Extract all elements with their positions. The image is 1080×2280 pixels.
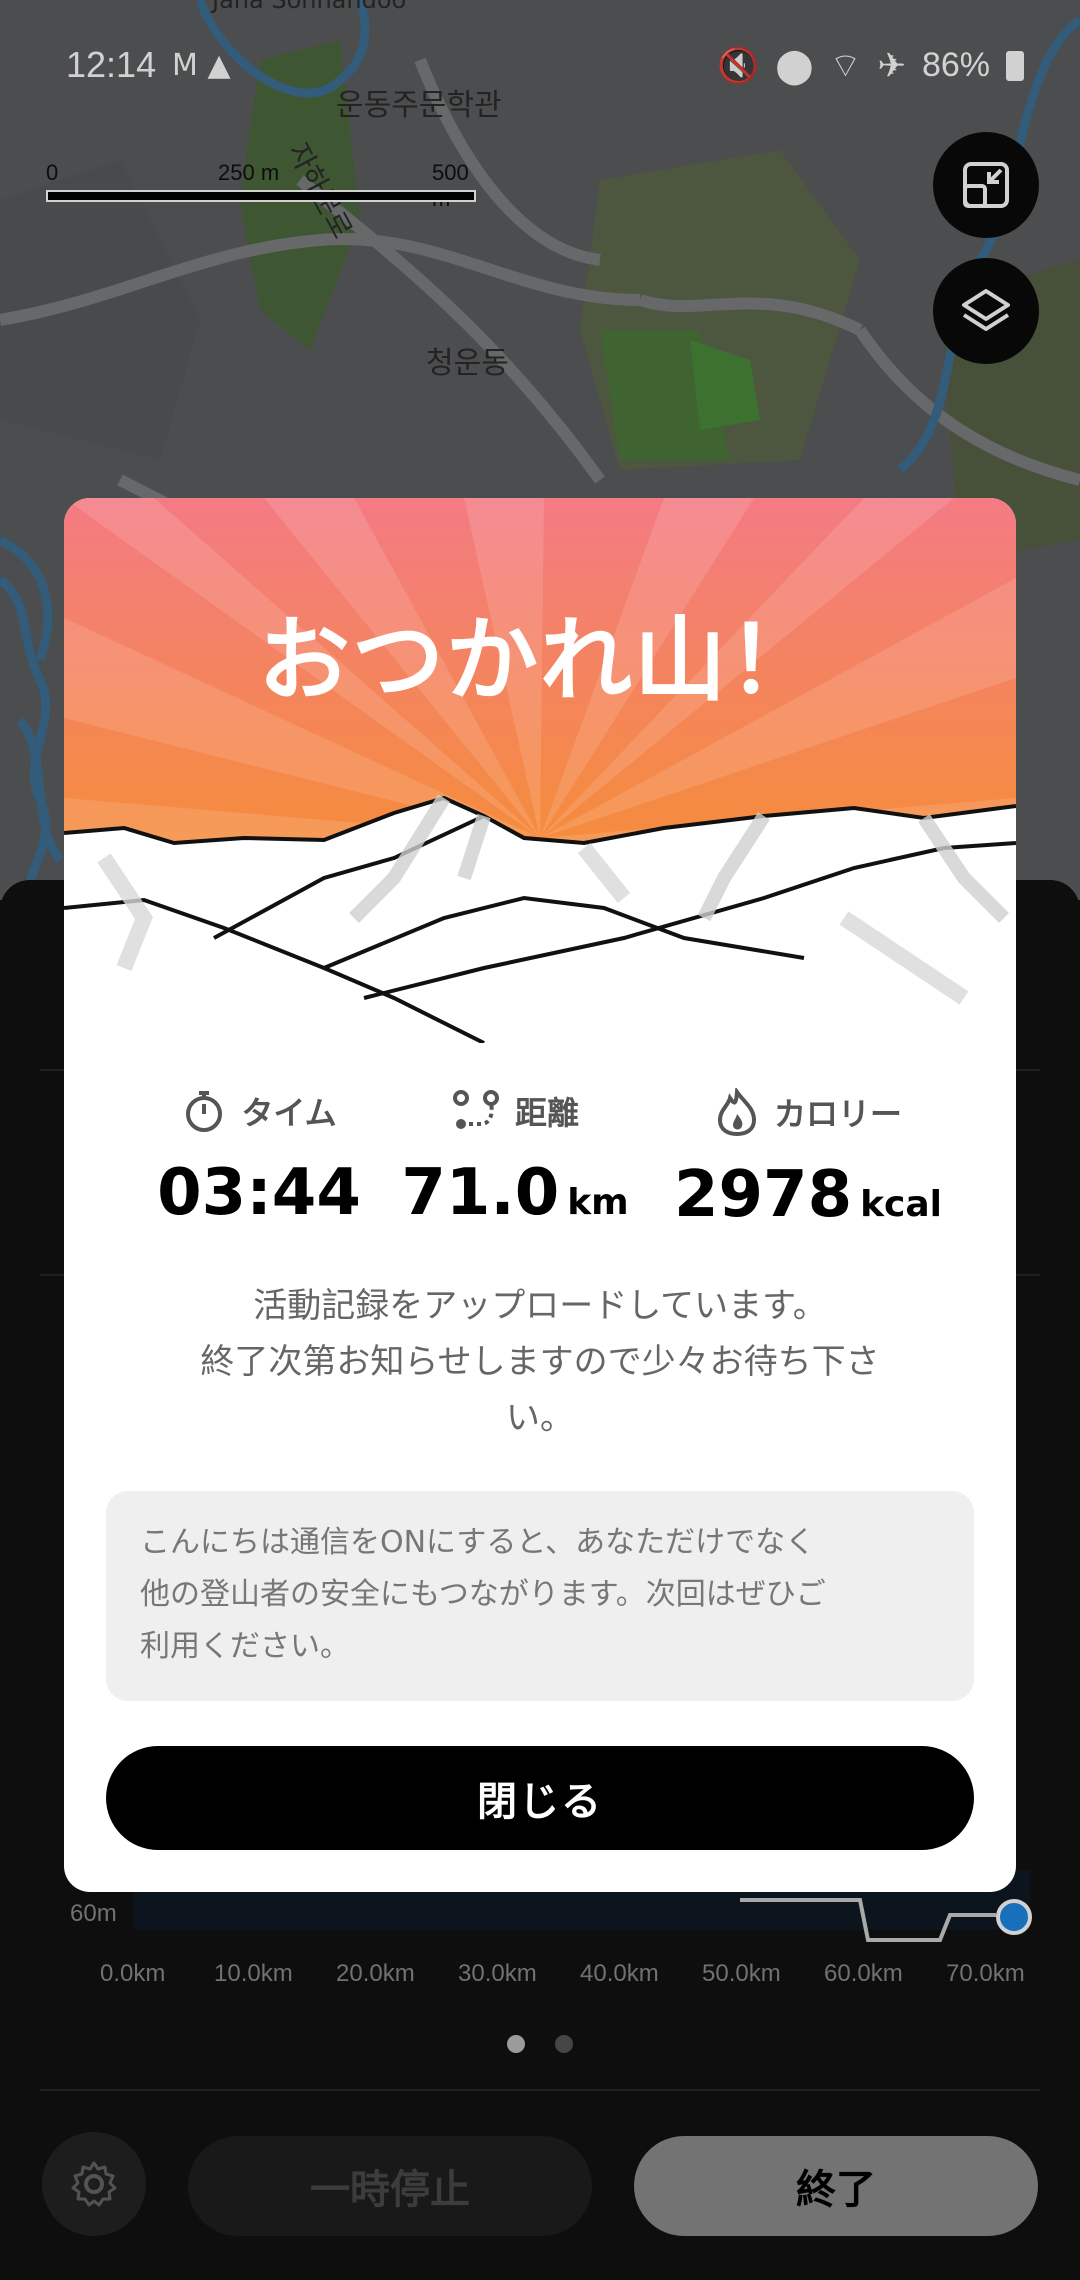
route-icon (452, 1090, 499, 1129)
notice-line-2: 他の登山者の安全にもつながります。次回はぜひご (140, 1577, 826, 1612)
dialog-title: おつかれ山！ (257, 607, 822, 714)
stat-calories-value: 2978 (673, 1158, 853, 1232)
upload-message-line-2: 終了次第お知らせしますので少々お待ち下さ (200, 1342, 880, 1382)
stat-time-value: 03:44 (157, 1156, 361, 1230)
stat-time: タイム 03:44 (144, 1088, 374, 1230)
close-button[interactable]: 閉じる (106, 1746, 974, 1850)
completion-dialog: おつかれ山！ タイム 03:44 距離 71.0 km カロリー 2978 kc… (64, 498, 1016, 1892)
stat-time-label: タイム (241, 1094, 337, 1132)
upload-message-line-1: 活動記録をアップロードしています。 (253, 1286, 827, 1326)
stat-distance-unit: km (567, 1182, 629, 1223)
notice-line-1: こんにちは通信をONにすると、あなただけでなく (140, 1525, 816, 1560)
stats-row: タイム 03:44 距離 71.0 km カロリー 2978 kcal (64, 1088, 1016, 1248)
stat-calories-label: カロリー (773, 1095, 902, 1133)
stat-calories: カロリー 2978 kcal (658, 1088, 958, 1232)
stopwatch-icon (186, 1091, 223, 1132)
notice-line-3: 利用ください。 (140, 1629, 350, 1664)
hero-banner: おつかれ山！ (64, 498, 1016, 1043)
stat-calories-unit: kcal (860, 1184, 943, 1225)
stat-distance: 距離 71.0 km (400, 1088, 630, 1230)
stat-distance-label: 距離 (514, 1094, 579, 1132)
upload-message-line-3: い。 (506, 1398, 574, 1438)
flame-icon (717, 1088, 756, 1136)
connectivity-notice: こんにちは通信をONにすると、あなただけでなく 他の登山者の安全にもつながります… (106, 1491, 974, 1701)
stat-distance-value: 71.0 (401, 1156, 560, 1230)
upload-message: 活動記録をアップロードしています。 終了次第お知らせしますので少々お待ち下さ い… (124, 1278, 956, 1446)
